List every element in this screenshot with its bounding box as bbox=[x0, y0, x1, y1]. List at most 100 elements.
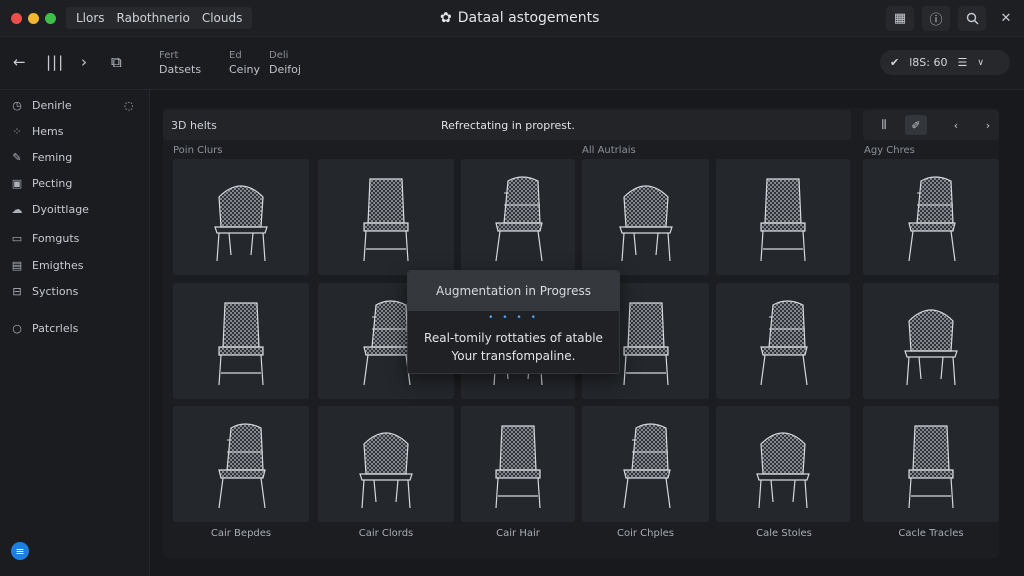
chevron-right-icon: › bbox=[985, 118, 991, 132]
toolbar-col-bottom: Datsets bbox=[159, 63, 202, 76]
forward-chevron-icon[interactable]: › bbox=[81, 53, 87, 71]
sidebar: ◷ Denirle ◌ ⁘ Hems ✎ Feming ▣ Pecting ☁ Dyoit… bbox=[0, 90, 150, 576]
thumbnail-caption: Cale Stoles bbox=[756, 528, 812, 539]
window-maximize-dot[interactable] bbox=[45, 13, 56, 24]
chair-wireframe-icon bbox=[495, 176, 543, 262]
breadcrumb-item[interactable]: Clouds bbox=[202, 11, 243, 25]
sidebar-item-hems[interactable]: ⁘ Hems bbox=[10, 125, 63, 138]
sidebar-item-label: Pecting bbox=[32, 177, 73, 190]
sidebar-settings-icon[interactable]: ◌ bbox=[124, 99, 134, 112]
chair-thumbnail[interactable] bbox=[863, 159, 999, 275]
chair-thumbnail[interactable] bbox=[716, 159, 850, 275]
columns-icon: ⫼ bbox=[881, 118, 887, 131]
toolbar-edit[interactable]: Ed Ceiny bbox=[229, 49, 260, 77]
sidebar-item-label: Feming bbox=[32, 151, 73, 164]
thumbnail-caption: Cair Bepdes bbox=[210, 528, 272, 539]
back-arrow-icon[interactable]: ← bbox=[13, 53, 26, 71]
sidebar-item-denirle[interactable]: ◷ Denirle bbox=[10, 99, 71, 112]
sidebar-item-label: Dyoittlage bbox=[32, 203, 89, 216]
columns-icon[interactable]: ||| bbox=[46, 53, 64, 71]
toolbar-delete[interactable]: Deli Deifoj bbox=[269, 49, 301, 77]
panel-controls: ⫼ ✐ ‹ › bbox=[863, 110, 999, 140]
gear-icon: ✿ bbox=[440, 10, 452, 26]
chair-thumbnail[interactable] bbox=[318, 159, 454, 275]
window-minimize-dot[interactable] bbox=[28, 13, 39, 24]
brush-button[interactable]: ✐ bbox=[905, 115, 927, 135]
sidebar-item-dyoittlage[interactable]: ☁ Dyoittlage bbox=[10, 203, 89, 216]
sidebar-item-label: Patcrlels bbox=[32, 322, 79, 335]
breadcrumb: Llors Rabothnerio Clouds bbox=[66, 7, 253, 29]
chair-wireframe-icon bbox=[760, 300, 808, 386]
check-icon: ✔ bbox=[890, 56, 900, 69]
columns-view-button[interactable]: ⫼ bbox=[873, 115, 895, 135]
chair-thumbnail[interactable] bbox=[716, 406, 850, 522]
chair-thumbnail[interactable] bbox=[461, 406, 575, 522]
prev-button[interactable]: ‹ bbox=[945, 115, 967, 135]
chair-wireframe-icon bbox=[756, 432, 810, 509]
table-icon: ⊟ bbox=[12, 285, 22, 298]
accent-menu-icon[interactable]: ≡ bbox=[11, 542, 29, 560]
dialog-line: Your transfompaline. bbox=[451, 349, 576, 363]
sidebar-item-feming[interactable]: ✎ Feming bbox=[10, 151, 72, 164]
breadcrumb-item[interactable]: Llors bbox=[76, 11, 105, 25]
group-label: Poin Clurs bbox=[173, 145, 223, 156]
search-button[interactable] bbox=[958, 6, 986, 31]
pen-icon: ✎ bbox=[12, 151, 22, 164]
chair-thumbnail[interactable] bbox=[461, 159, 575, 275]
group-label: All Autrlais bbox=[582, 145, 636, 156]
chair-wireframe-icon bbox=[363, 178, 409, 262]
grid-icon: ▦ bbox=[893, 11, 907, 26]
brush-icon: ✐ bbox=[911, 118, 921, 132]
toolbar-col-bottom: Deifoj bbox=[269, 63, 301, 76]
chair-thumbnail[interactable] bbox=[173, 283, 309, 399]
chair-thumbnail[interactable] bbox=[582, 406, 709, 522]
chair-thumbnail[interactable] bbox=[582, 159, 709, 275]
chevron-down-icon[interactable]: ∨ bbox=[977, 58, 984, 68]
image-icon: ▣ bbox=[11, 177, 23, 190]
chair-thumbnail[interactable] bbox=[716, 283, 850, 399]
status-text: l8S: 60 bbox=[909, 56, 948, 69]
chair-wireframe-icon bbox=[622, 302, 669, 386]
cloud-icon: ☁ bbox=[11, 203, 23, 216]
info-button[interactable]: ⓘ bbox=[922, 6, 950, 31]
layout-icon: ▭ bbox=[11, 232, 23, 245]
export-icon[interactable]: ⧉ bbox=[111, 53, 122, 71]
chair-wireframe-icon bbox=[218, 302, 264, 386]
chair-thumbnail[interactable] bbox=[863, 406, 999, 522]
sidebar-item-syctions[interactable]: ⊟ Syctions bbox=[10, 285, 78, 298]
chair-wireframe-icon bbox=[904, 309, 958, 386]
sidebar-item-pecting[interactable]: ▣ Pecting bbox=[10, 177, 73, 190]
chair-wireframe-icon bbox=[495, 425, 541, 509]
dialog-line: Real-tomily rottaties of atable bbox=[424, 331, 603, 345]
search-icon bbox=[966, 12, 978, 25]
chair-thumbnail[interactable] bbox=[863, 283, 999, 399]
sidebar-item-emigthes[interactable]: ▤ Emigthes bbox=[10, 259, 84, 272]
chair-wireframe-icon bbox=[908, 425, 954, 509]
chair-wireframe-icon bbox=[908, 176, 956, 262]
sidebar-item-patcrlels[interactable]: ○ Patcrlels bbox=[10, 322, 78, 335]
circle-icon: ○ bbox=[12, 322, 22, 335]
chair-thumbnail[interactable] bbox=[173, 159, 309, 275]
title-bar: Llors Rabothnerio Clouds ✿ Dataal astoge… bbox=[0, 0, 1024, 37]
toolbar: ← ||| › ⧉ Fert Datsets Ed Ceiny Deli Dei… bbox=[0, 37, 1024, 90]
breadcrumb-item[interactable]: Rabothnerio bbox=[117, 11, 190, 25]
toolbar-col-top: Fert bbox=[159, 50, 179, 61]
menu-icon[interactable]: ☰ bbox=[957, 56, 967, 69]
chair-wireframe-icon bbox=[760, 178, 806, 262]
thumbnail-caption: Cacle Tracles bbox=[898, 528, 964, 539]
sidebar-item-label: Emigthes bbox=[32, 259, 84, 272]
chair-thumbnail[interactable] bbox=[173, 406, 309, 522]
app-title: ✿ Dataal astogements bbox=[440, 10, 599, 26]
grid-view-button[interactable]: ▦ bbox=[886, 6, 914, 31]
close-icon: ✕ bbox=[1000, 11, 1012, 26]
window-close-dot[interactable] bbox=[11, 13, 22, 24]
chair-thumbnail[interactable] bbox=[318, 406, 454, 522]
sidebar-item-fomguts[interactable]: ▭ Fomguts bbox=[10, 232, 80, 245]
sidebar-item-label: Syctions bbox=[32, 285, 79, 298]
toolbar-col-top: Deli bbox=[269, 50, 289, 61]
next-button[interactable]: › bbox=[977, 115, 999, 135]
close-button[interactable]: ✕ bbox=[992, 6, 1020, 31]
status-pill[interactable]: ✔ l8S: 60 ☰ ∨ bbox=[880, 50, 1010, 75]
toolbar-datasets[interactable]: Fert Datsets bbox=[159, 49, 201, 77]
chair-wireframe-icon bbox=[218, 423, 266, 509]
